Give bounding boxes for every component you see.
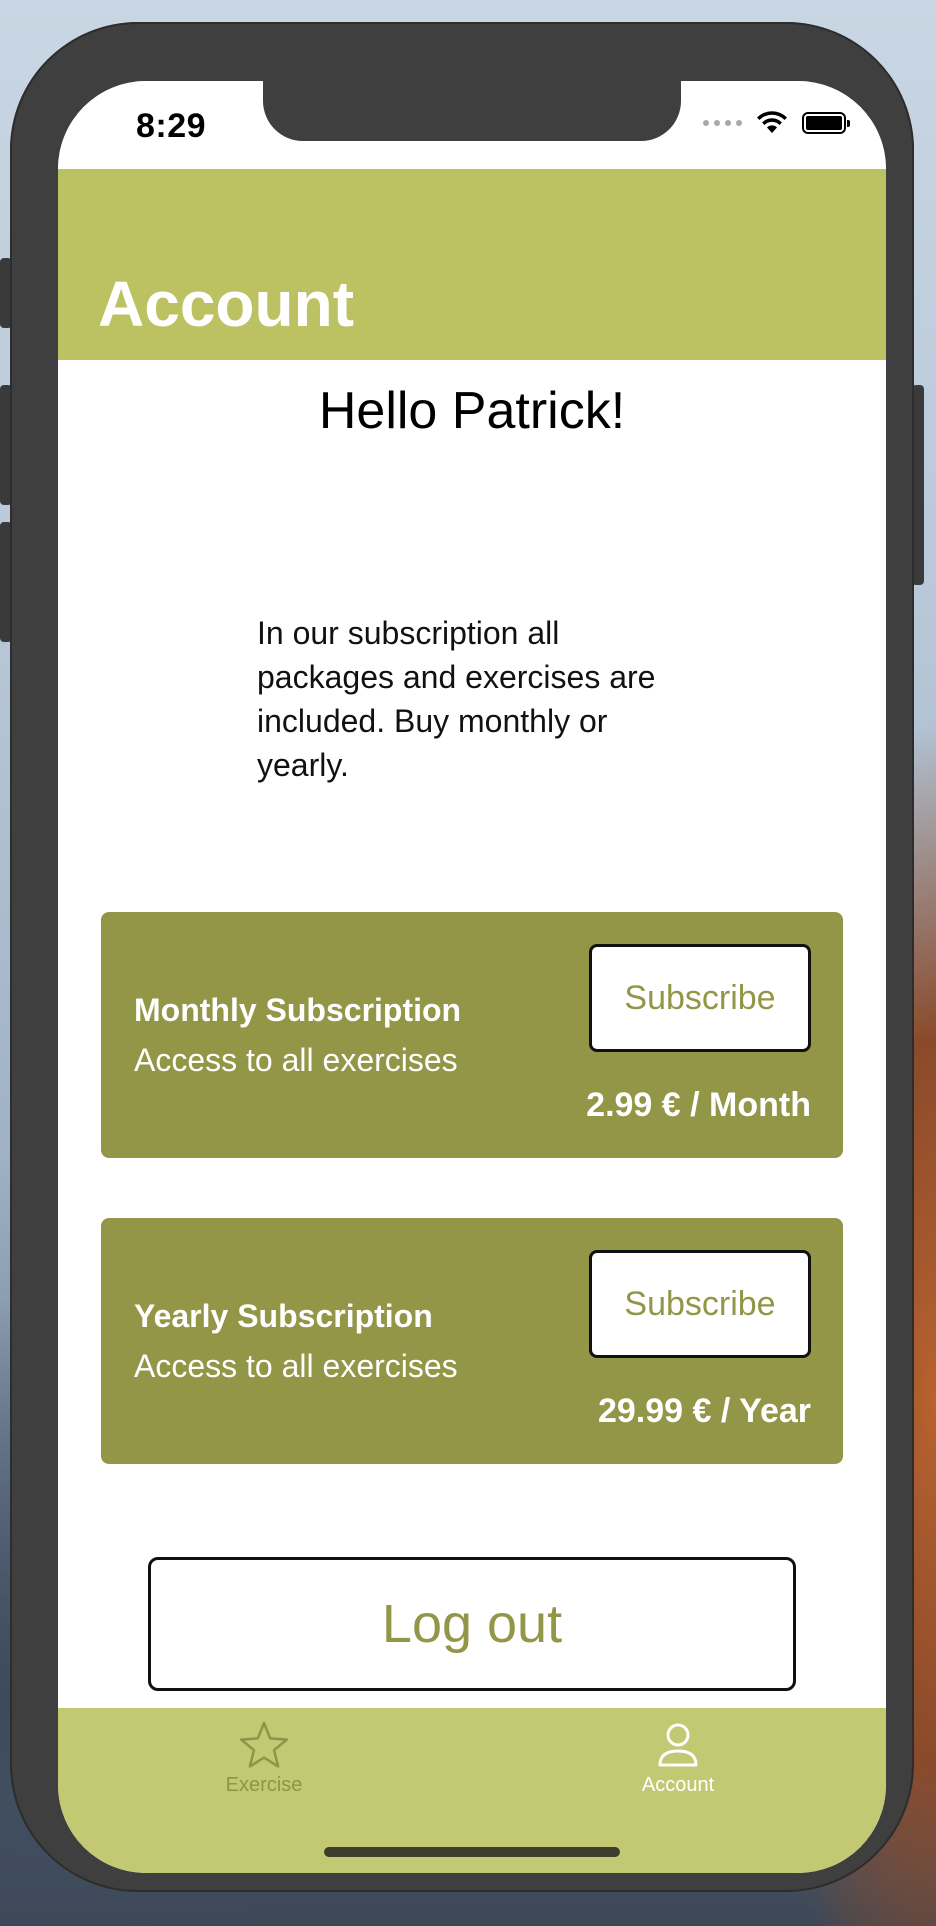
tab-label: Account	[641, 1774, 715, 1796]
home-indicator[interactable]	[324, 1847, 620, 1857]
battery-icon	[802, 112, 850, 134]
phone-screen: 8:29 Account Hello Patrick! In our subsc…	[58, 81, 886, 1873]
notch	[263, 81, 681, 141]
navigation-header: Account	[58, 169, 886, 360]
signal-dots-icon	[703, 120, 742, 126]
phone-frame: 8:29 Account Hello Patrick! In our subsc…	[10, 22, 914, 1892]
subscription-title: Monthly Subscription	[134, 992, 462, 1028]
monthly-subscribe-button[interactable]: Subscribe	[589, 944, 811, 1052]
tab-label: Exercise	[225, 1774, 303, 1796]
subscription-price: 2.99 € / Month	[586, 1086, 811, 1124]
subscription-subtitle: Access to all exercises	[134, 1042, 458, 1078]
greeting-text: Hello Patrick!	[318, 382, 626, 440]
subscription-price: 29.99 € / Year	[597, 1392, 811, 1430]
logout-button[interactable]: Log out	[148, 1557, 796, 1691]
status-icons	[703, 111, 850, 135]
subscription-intro-text: In our subscription all packages and exe…	[257, 615, 656, 783]
yearly-subscribe-button[interactable]: Subscribe	[589, 1250, 811, 1358]
tab-account[interactable]: Account	[578, 1720, 778, 1797]
star-icon	[239, 1721, 289, 1768]
subscription-title: Yearly Subscription	[134, 1298, 433, 1334]
monthly-subscription-card: Monthly Subscription Access to all exerc…	[101, 912, 843, 1158]
tab-exercise[interactable]: Exercise	[164, 1720, 364, 1797]
yearly-subscription-card: Yearly Subscription Access to all exerci…	[101, 1218, 843, 1464]
person-icon	[658, 1723, 698, 1767]
page-title: Account	[98, 268, 354, 340]
subscription-subtitle: Access to all exercises	[134, 1348, 458, 1384]
status-time: 8:29	[136, 107, 207, 145]
wifi-icon	[757, 111, 787, 133]
